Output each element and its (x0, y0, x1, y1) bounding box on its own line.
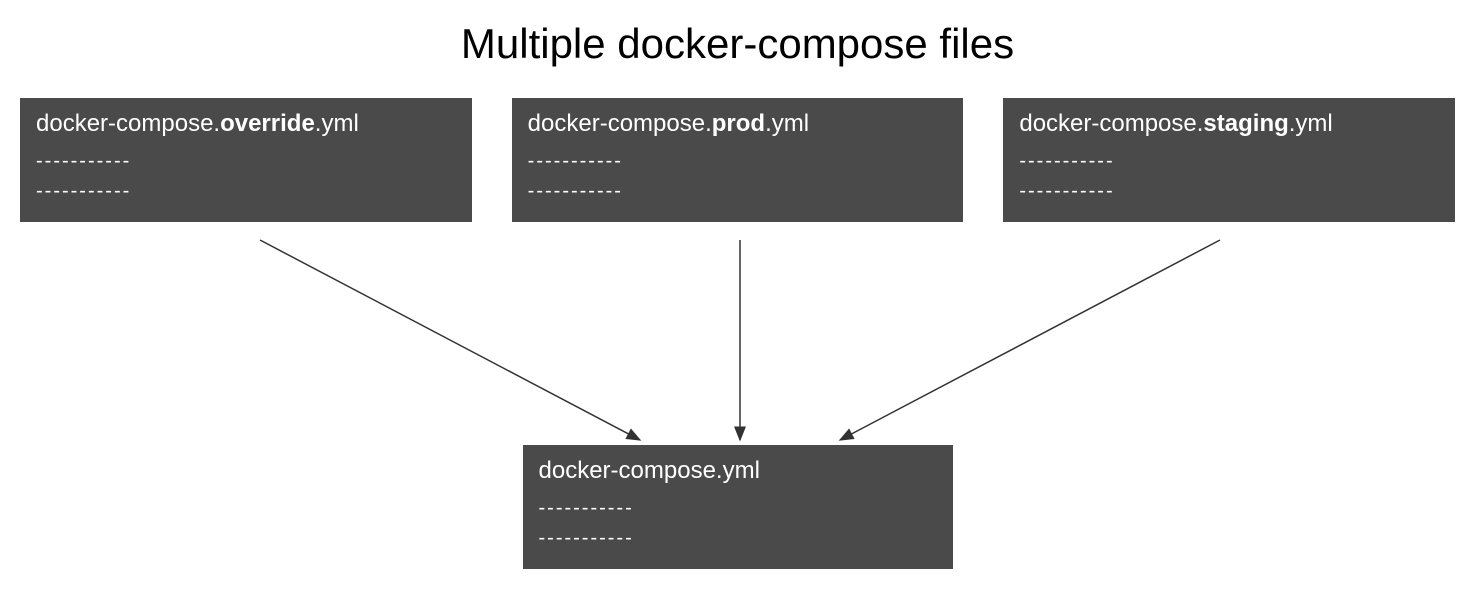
prod-prefix: docker-compose. (528, 110, 712, 137)
staging-suffix: .yml (1289, 110, 1333, 137)
staging-dashes1: ----------- (1019, 146, 1439, 176)
prod-file-name: docker-compose.prod.yml (528, 110, 948, 138)
override-file-box: docker-compose.override.yml ----------- … (20, 98, 472, 222)
override-suffix: .yml (315, 110, 359, 137)
base-file-box: docker-compose.yml ----------- ---------… (523, 445, 953, 569)
base-dashes1: ----------- (539, 493, 937, 523)
staging-dashes2: ----------- (1019, 176, 1439, 206)
override-dashes1: ----------- (36, 146, 456, 176)
prod-dashes1: ----------- (528, 146, 948, 176)
staging-bold: staging (1203, 110, 1288, 137)
staging-file-box: docker-compose.staging.yml ----------- -… (1003, 98, 1455, 222)
override-bold: override (220, 110, 315, 137)
override-dashes2: ----------- (36, 176, 456, 206)
prod-file-box: docker-compose.prod.yml ----------- ----… (512, 98, 964, 222)
override-prefix: docker-compose. (36, 110, 220, 137)
override-file-name: docker-compose.override.yml (36, 110, 456, 138)
base-file-name: docker-compose.yml (539, 457, 937, 485)
prod-bold: prod (712, 110, 765, 137)
prod-suffix: .yml (765, 110, 809, 137)
base-dashes2: ----------- (539, 523, 937, 553)
staging-file-name: docker-compose.staging.yml (1019, 110, 1439, 138)
staging-prefix: docker-compose. (1019, 110, 1203, 137)
top-row: docker-compose.override.yml ----------- … (0, 98, 1475, 222)
prod-dashes2: ----------- (528, 176, 948, 206)
arrow-staging-to-base (840, 240, 1220, 440)
diagram-title: Multiple docker-compose files (0, 0, 1475, 98)
arrow-override-to-base (260, 240, 640, 440)
